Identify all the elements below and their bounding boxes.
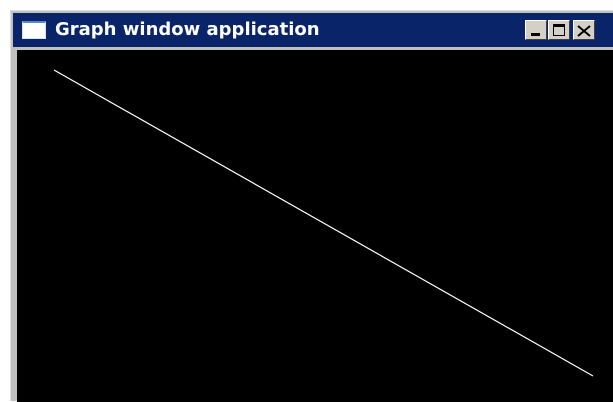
maximize-button[interactable] (548, 20, 570, 40)
graph-window: Graph window application (10, 10, 613, 402)
close-button[interactable] (573, 20, 595, 40)
title-bar[interactable]: Graph window application (13, 13, 613, 47)
close-icon (577, 25, 591, 37)
minimize-icon (531, 33, 540, 36)
app-icon[interactable] (22, 21, 46, 39)
window-title: Graph window application (55, 19, 320, 40)
maximize-icon (553, 24, 565, 36)
graph-line (53, 69, 594, 377)
graph-drawing (53, 69, 594, 377)
graph-canvas (17, 50, 613, 402)
minimize-button[interactable] (525, 20, 547, 40)
